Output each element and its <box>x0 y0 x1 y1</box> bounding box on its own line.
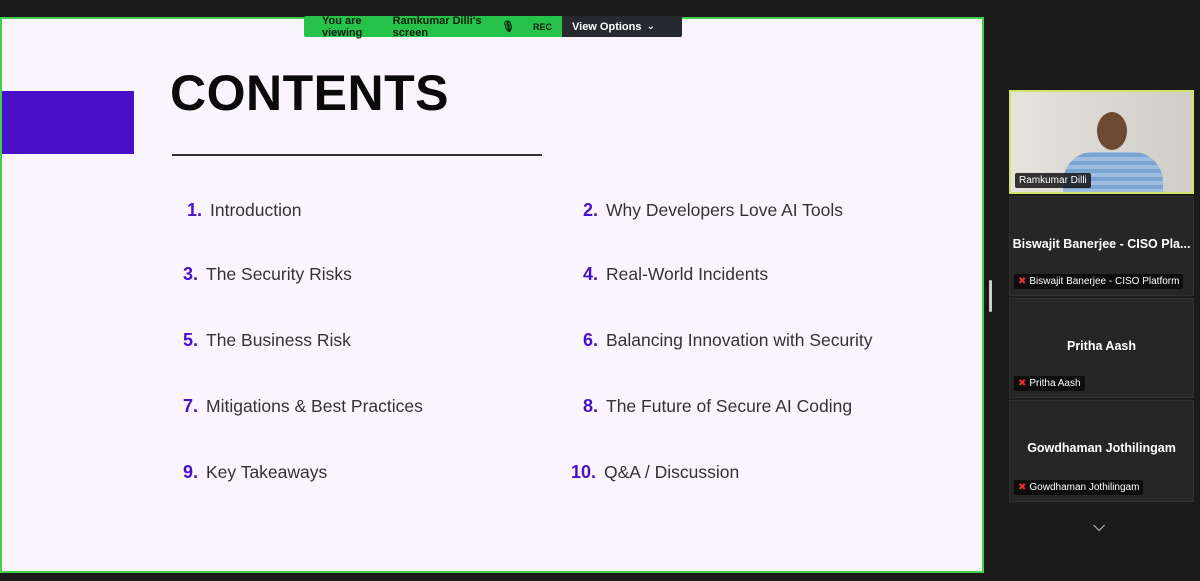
mic-muted-icon: ✖ <box>1018 276 1027 287</box>
chevron-down-icon[interactable]: ⌵ <box>1093 518 1105 536</box>
participant-name: Pritha Aash <box>1029 378 1081 389</box>
item-number: 2. <box>582 200 598 220</box>
panel-resize-handle[interactable] <box>989 280 992 312</box>
item-number: 3. <box>182 264 198 284</box>
rec-indicator: REC <box>532 21 552 32</box>
contents-item: 10. Q&A / Discussion <box>562 462 739 483</box>
participant-display-name: Pritha Aash <box>1066 339 1136 353</box>
participant-name-tag: ✖ Pritha Aash <box>1014 376 1085 391</box>
item-label: Real-World Incidents <box>606 264 769 284</box>
participant-name-tag: ✖ Gowdhaman Jothilingam <box>1014 480 1144 495</box>
participant-tile[interactable]: Gowdhaman Jothilingam ✖ Gowdhaman Jothil… <box>1009 400 1194 502</box>
item-number: 9. <box>182 462 198 482</box>
title-divider <box>172 154 542 156</box>
contents-item: 3. The Security Risks <box>168 264 352 285</box>
view-options-button[interactable]: View Options ⌄ <box>562 16 682 37</box>
participant-name: Gowdhaman Jothilingam <box>1029 482 1140 493</box>
item-label: Mitigations & Best Practices <box>206 396 423 416</box>
item-label: Why Developers Love AI Tools <box>606 200 844 220</box>
contents-item: 8. The Future of Secure AI Coding <box>568 396 852 417</box>
slide-title: CONTENTS <box>170 65 449 121</box>
participant-display-name: Gowdhaman Jothilingam <box>1027 441 1176 455</box>
presenter-screen-name: Ramkumar Dilli's screen <box>392 14 482 39</box>
shared-screen: CONTENTS 1. Introduction 2. Why Develope… <box>0 17 984 573</box>
participant-tile[interactable]: Pritha Aash ✖ Pritha Aash <box>1009 298 1194 398</box>
mic-muted-icon: ✖ <box>1018 378 1027 389</box>
contents-item: 5. The Business Risk <box>168 330 351 351</box>
item-label: Introduction <box>210 200 302 220</box>
item-number: 7. <box>182 396 198 416</box>
contents-item: 7. Mitigations & Best Practices <box>168 396 423 417</box>
contents-item: 6. Balancing Innovation with Security <box>568 330 873 351</box>
item-label: The Business Risk <box>206 330 351 350</box>
contents-item: 2. Why Developers Love AI Tools <box>568 200 843 221</box>
mic-muted-icon: ✖ <box>1018 482 1027 493</box>
item-number: 10. <box>570 462 596 482</box>
item-number: 1. <box>186 200 202 220</box>
contents-item: 4. Real-World Incidents <box>568 264 768 285</box>
item-label: Key Takeaways <box>206 462 328 482</box>
participant-tile[interactable]: Biswajit Banerjee - CISO Pla... ✖ Biswaj… <box>1009 196 1194 296</box>
accent-bar <box>2 91 134 154</box>
contents-item: 9. Key Takeaways <box>168 462 327 483</box>
screen-share-banner: You are viewing Ramkumar Dilli's screen … <box>304 14 682 39</box>
participant-name-tag: ✖ Biswajit Banerjee - CISO Platform <box>1014 274 1184 289</box>
item-number: 5. <box>182 330 198 350</box>
mic-muted-icon: 🎙 <box>501 21 515 33</box>
participants-panel: Ramkumar Dilli Biswajit Banerjee - CISO … <box>1009 88 1200 563</box>
view-options-label: View Options <box>572 20 642 33</box>
viewing-indicator: You are viewing Ramkumar Dilli's screen … <box>304 14 562 39</box>
contents-item: 1. Introduction <box>172 200 301 221</box>
item-label: The Security Risks <box>206 264 352 284</box>
item-label: Q&A / Discussion <box>604 462 740 482</box>
participant-name: Ramkumar Dilli <box>1015 173 1091 188</box>
item-label: The Future of Secure AI Coding <box>606 396 853 416</box>
participant-name: Biswajit Banerjee - CISO Platform <box>1029 276 1180 287</box>
chevron-down-icon: ⌄ <box>646 21 655 32</box>
item-number: 6. <box>582 330 598 350</box>
participant-video-tile[interactable]: Ramkumar Dilli <box>1009 90 1194 194</box>
item-number: 8. <box>582 396 598 416</box>
viewing-prefix: You are viewing <box>322 14 363 39</box>
item-label: Balancing Innovation with Security <box>606 330 873 350</box>
participant-display-name: Biswajit Banerjee - CISO Pla... <box>1012 237 1191 251</box>
item-number: 4. <box>582 264 598 284</box>
